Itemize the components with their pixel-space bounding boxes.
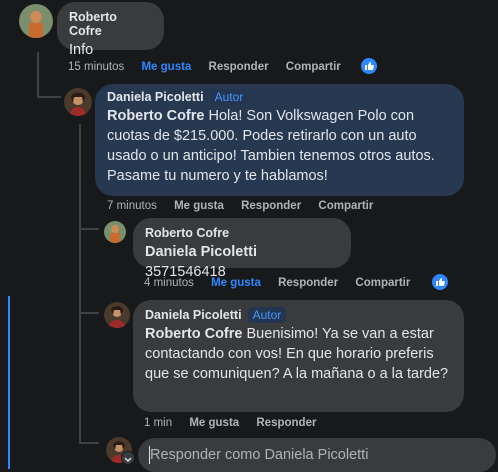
comment-bubble: Daniela Picoletti Autor Roberto Cofre Hol… [95,84,464,196]
reply-button[interactable]: Responder [278,277,338,289]
comment-text: Roberto Cofre Hola! Son Volkswagen Polo … [107,106,452,186]
comment-actions: 1 min Me gusta Responder [144,417,330,429]
thread-connector [79,442,99,444]
avatar[interactable] [104,221,126,243]
avatar[interactable] [19,4,53,38]
thread-connector [79,312,99,314]
reply-input[interactable]: Responder como Daniela Picoletti [138,438,496,472]
reply-button[interactable]: Responder [209,61,269,73]
reply-placeholder: Responder como Daniela Picoletti [150,447,369,463]
comment-bubble: Daniela Picoletti Autor Roberto Cofre Bue… [133,300,464,412]
comment-actions: 7 minutos Me gusta Responder Compartir [107,200,387,212]
chevron-down-icon[interactable] [121,451,135,465]
cursor [149,446,150,464]
comment-author[interactable]: Daniela Picoletti [107,90,204,104]
comment-author[interactable]: Daniela Picoletti [145,308,242,322]
thread-connector [37,96,61,98]
thread-line [79,124,81,444]
comment-author[interactable]: Roberto Cofre [145,226,339,240]
like-button[interactable]: Me gusta [211,277,261,289]
mention-link[interactable]: Roberto Cofre [107,108,204,124]
like-button[interactable]: Me gusta [141,61,191,73]
comment-author[interactable]: Roberto Cofre [69,10,152,38]
comment-time[interactable]: 4 minutos [144,277,194,289]
like-reaction-icon[interactable] [361,58,377,74]
comment-time[interactable]: 15 minutos [68,61,124,73]
comment-time[interactable]: 1 min [144,417,172,429]
like-button[interactable]: Me gusta [174,200,224,212]
comment-bubble: Roberto Cofre Info [57,2,164,58]
mention-link[interactable]: Daniela Picoletti [145,244,257,260]
comment-time[interactable]: 7 minutos [107,200,157,212]
share-button[interactable]: Compartir [318,200,373,212]
author-badge: Autor [247,307,287,323]
comment-actions: 4 minutos Me gusta Responder Compartir [144,277,424,289]
comment-text: Info [69,42,94,58]
share-button[interactable]: Compartir [355,277,410,289]
mention-link[interactable]: Roberto Cofre [145,326,242,342]
thread-line [37,52,39,98]
avatar[interactable] [64,88,92,116]
avatar[interactable] [104,302,130,328]
focus-indicator [8,296,10,469]
like-reaction-icon[interactable] [432,274,448,290]
like-button[interactable]: Me gusta [189,417,239,429]
reply-button[interactable]: Responder [241,200,301,212]
comment-actions: 15 minutos Me gusta Responder Compartir [68,61,355,73]
comment-bubble: Roberto Cofre Daniela Picoletti 35715464… [133,218,351,280]
thread-connector [79,228,99,230]
share-button[interactable]: Compartir [286,61,341,73]
comment-text: Daniela Picoletti 3571546418 [145,242,339,282]
comment-text: Roberto Cofre Buenisimo! Ya se van a est… [145,324,452,384]
reply-button[interactable]: Responder [256,417,316,429]
author-badge: Autor [209,89,249,105]
